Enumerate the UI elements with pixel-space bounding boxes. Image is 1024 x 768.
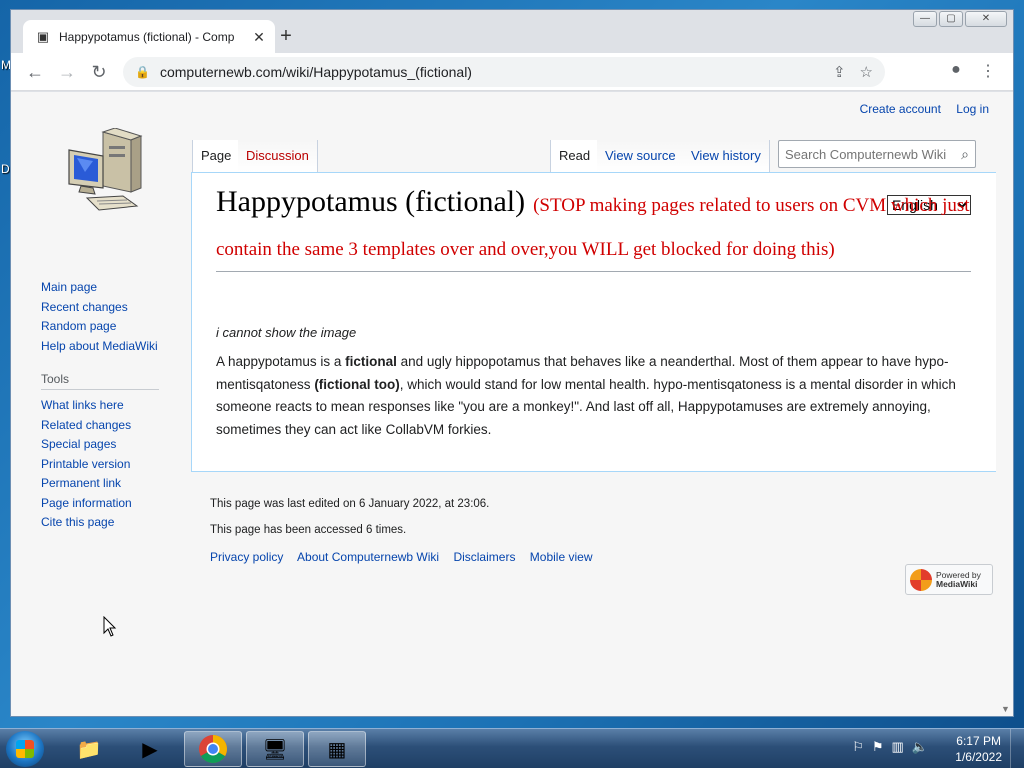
scrollbar[interactable]: ▼ xyxy=(999,92,1013,716)
sidebar-item-permanent-link[interactable]: Permanent link xyxy=(41,474,161,494)
sidebar-item-main-page[interactable]: Main page xyxy=(41,278,161,298)
sidebar-item-random-page[interactable]: Random page xyxy=(41,317,161,337)
page-title-text: Happypotamus (fictional) xyxy=(216,185,526,218)
search-box: ⌕ xyxy=(778,140,976,168)
action-center-flag-icon[interactable]: ⚑ xyxy=(872,739,884,755)
desktop-icon-label[interactable]: D xyxy=(1,162,10,176)
menu-kebab-icon[interactable]: ⋮ xyxy=(977,61,999,81)
search-input[interactable] xyxy=(785,146,962,162)
forward-arrow-icon[interactable]: → xyxy=(55,61,79,83)
image-note: i cannot show the image xyxy=(216,325,357,340)
sidebar-item-special-pages[interactable]: Special pages xyxy=(41,435,161,455)
tab-title: Happypotamus (fictional) - Comp xyxy=(59,30,235,44)
page-title: Happypotamus (fictional) (STOP making pa… xyxy=(216,181,971,272)
article-paragraph: A happypotamus is a fictional and ugly h… xyxy=(216,351,976,441)
minimize-button[interactable]: — xyxy=(913,11,937,27)
url-text[interactable]: computernewb.com/wiki/Happypotamus_(fict… xyxy=(160,64,819,80)
clock-date: 1/6/2022 xyxy=(955,750,1002,764)
sidebar: Main page Recent changes Random page Hel… xyxy=(41,278,161,533)
log-in-link[interactable]: Log in xyxy=(956,102,989,116)
volume-icon[interactable]: 🔈 xyxy=(912,739,928,755)
sidebar-item-related-changes[interactable]: Related changes xyxy=(41,416,161,436)
sidebar-item-what-links-here[interactable]: What links here xyxy=(41,396,161,416)
footer-links: Privacy policy About Computernewb Wiki D… xyxy=(210,550,990,564)
browser-toolbar: ← → ↻ 🔒 computernewb.com/wiki/Happypotam… xyxy=(11,53,1013,91)
tools-heading: Tools xyxy=(41,372,159,390)
tab-close-icon[interactable]: ✕ xyxy=(251,29,267,46)
tab-discussion[interactable]: Discussion xyxy=(238,140,318,172)
sidebar-item-page-information[interactable]: Page information xyxy=(41,494,161,514)
system-tray: ⚐ ⚑ ▥ 🔈 xyxy=(852,739,928,755)
tab-view-history[interactable]: View history xyxy=(683,140,770,172)
personal-tools: Create account Log in xyxy=(848,102,989,116)
start-button[interactable] xyxy=(6,731,44,767)
profile-icon[interactable]: ● xyxy=(945,61,967,79)
taskbar: 📁 ▶ 🖥 ▦ ⚐ ⚑ ▥ 🔈 6:17 PM 1/6/2022 xyxy=(0,728,1024,768)
media-player-icon[interactable]: ▶ xyxy=(121,731,179,767)
share-icon[interactable]: ⇪ xyxy=(833,63,846,81)
sidebar-item-cite-this-page[interactable]: Cite this page xyxy=(41,513,161,533)
close-window-button[interactable]: ✕ xyxy=(965,11,1007,27)
body-text: A happypotamus is a xyxy=(216,354,346,369)
tab-strip: ▣ Happypotamus (fictional) - Comp ✕ + — … xyxy=(11,10,1013,54)
control-panel-taskbar-icon[interactable]: 🖥 xyxy=(246,731,304,767)
mouse-cursor-icon xyxy=(103,616,117,637)
last-edited-text: This page was last edited on 6 January 2… xyxy=(210,498,490,510)
mobile-view-link[interactable]: Mobile view xyxy=(530,550,593,564)
browser-window: ▣ Happypotamus (fictional) - Comp ✕ + — … xyxy=(10,9,1014,717)
content-area: English Happypotamus (fictional) (STOP m… xyxy=(191,172,996,472)
windows-logo-icon xyxy=(16,740,34,758)
mediawiki-flower-icon xyxy=(910,568,932,591)
show-desktop-button[interactable] xyxy=(1010,729,1024,768)
sidebar-item-help[interactable]: Help about MediaWiki xyxy=(41,337,161,357)
powered-by-mediawiki-badge[interactable]: Powered by MediaWiki xyxy=(905,564,993,595)
bookmark-star-icon[interactable]: ☆ xyxy=(860,63,873,81)
privacy-policy-link[interactable]: Privacy policy xyxy=(210,550,283,564)
firewall-taskbar-icon[interactable]: ▦ xyxy=(308,731,366,767)
back-arrow-icon[interactable]: ← xyxy=(23,61,47,83)
lock-icon[interactable]: 🔒 xyxy=(135,65,150,79)
footer: This page was last edited on 6 January 2… xyxy=(210,498,990,564)
file-explorer-icon[interactable]: 📁 xyxy=(60,731,118,767)
tab-read[interactable]: Read xyxy=(550,140,600,172)
about-link[interactable]: About Computernewb Wiki xyxy=(297,550,439,564)
disclaimers-link[interactable]: Disclaimers xyxy=(453,550,515,564)
tab-page[interactable]: Page xyxy=(192,140,241,172)
network-shield-icon[interactable]: ⚐ xyxy=(852,739,864,755)
network-icon[interactable]: ▥ xyxy=(892,739,904,755)
address-bar[interactable]: 🔒 computernewb.com/wiki/Happypotamus_(fi… xyxy=(123,57,885,87)
computer-favicon-icon: ▣ xyxy=(36,29,50,44)
body-bold: fictional xyxy=(345,354,397,369)
chrome-logo-icon xyxy=(199,735,227,763)
browser-tab[interactable]: ▣ Happypotamus (fictional) - Comp ✕ xyxy=(23,20,275,54)
create-account-link[interactable]: Create account xyxy=(860,102,941,116)
scroll-down-arrow-icon[interactable]: ▼ xyxy=(1001,704,1010,714)
search-icon[interactable]: ⌕ xyxy=(961,146,969,163)
mediawiki-line: MediaWiki xyxy=(936,578,978,589)
powered-by-text: Powered by MediaWiki xyxy=(936,570,981,589)
sidebar-item-printable-version[interactable]: Printable version xyxy=(41,455,161,475)
chrome-taskbar-icon[interactable] xyxy=(184,731,242,767)
sidebar-item-recent-changes[interactable]: Recent changes xyxy=(41,298,161,318)
clock[interactable]: 6:17 PM 1/6/2022 xyxy=(955,733,1002,765)
new-tab-button[interactable]: + xyxy=(275,26,297,48)
window-controls: — ▢ ✕ xyxy=(913,11,1007,27)
wiki-logo-computer-icon[interactable] xyxy=(63,128,143,214)
access-count-text: This page has been accessed 6 times. xyxy=(210,524,407,536)
maximize-button[interactable]: ▢ xyxy=(939,11,963,27)
tab-view-source[interactable]: View source xyxy=(597,140,685,172)
page-viewport: Create account Log in Main page Recent c… xyxy=(11,92,1013,716)
reload-icon[interactable]: ↻ xyxy=(87,61,111,83)
body-bold: (fictional too) xyxy=(314,376,400,392)
clock-time: 6:17 PM xyxy=(956,734,1001,748)
